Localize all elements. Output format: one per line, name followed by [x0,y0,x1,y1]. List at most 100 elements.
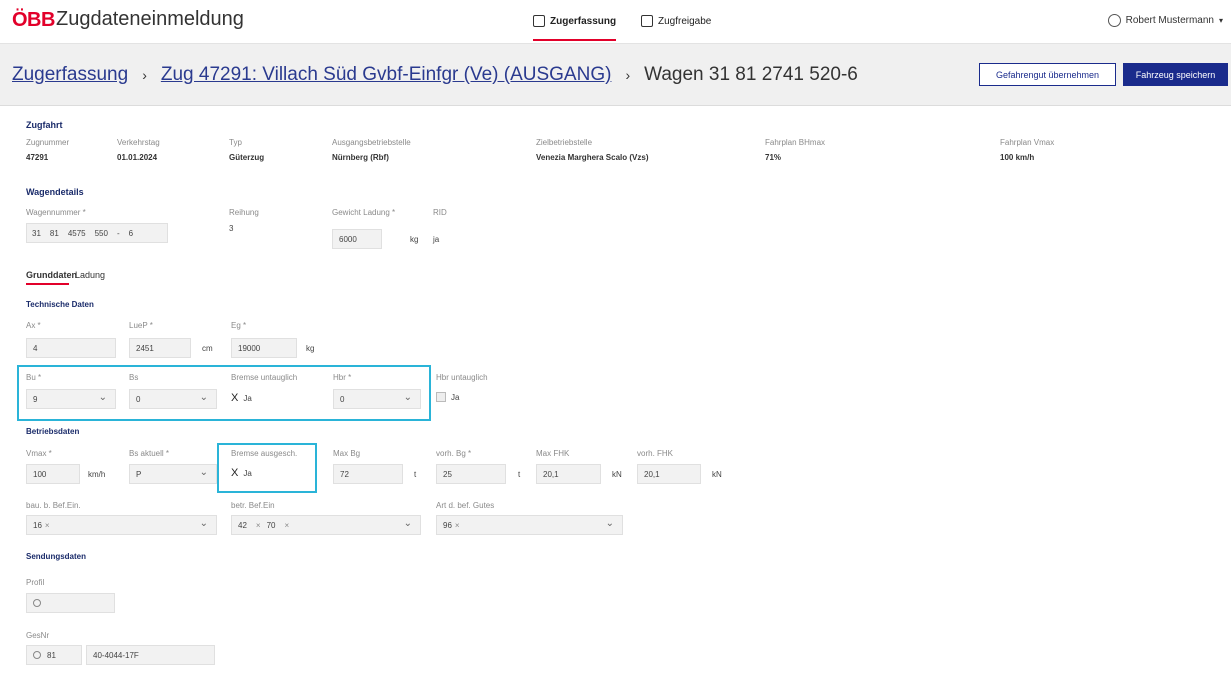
nav-zugfreigabe[interactable]: Zugfreigabe [641,15,711,27]
ziel-value: Venezia Marghera Scalo (Vzs) [536,153,649,162]
reihung-value: 3 [229,224,234,233]
max-fhk-input[interactable]: 20,1 [536,464,601,484]
breadcrumb-zugerfassung[interactable]: Zugerfassung [12,64,128,86]
verkehrstag-label: Verkehrstag [117,138,160,147]
section-sendung-title: Sendungsdaten [26,552,87,561]
eg-label: Eg * [231,321,247,330]
ax-label: Ax * [26,321,41,330]
hbr-label: Hbr * [333,373,352,382]
wagennummer-part: 31 [32,228,41,238]
section-wagendetails-title: Wagendetails [26,187,84,197]
vmax-input[interactable]: 100 [26,464,80,484]
wagennummer-part: 550 [94,228,108,238]
wagennummer-part: 6 [128,228,134,238]
bs-aktuell-label: Bs aktuell * [129,449,170,458]
checkbox-icon [436,392,446,402]
zugnummer-value: 47291 [26,153,49,162]
nav-zugerfassung-label: Zugerfassung [550,15,617,27]
bs-label: Bs [129,373,139,382]
release-icon [641,15,653,27]
chip-remove-icon[interactable]: × [455,521,460,530]
top-bar: ÖBB Zugdateneinmeldung Zugerfassung Zugf… [0,0,1231,44]
bs-select[interactable]: 0 [129,389,217,409]
vorh-fhk-label: vorh. FHK [637,449,674,458]
hbr-untauglich-checkbox[interactable]: Ja [436,392,459,402]
chevron-down-icon: ▾ [1218,16,1223,25]
vorh-bg-input[interactable]: 25 [436,464,506,484]
typ-value: Güterzug [229,153,265,162]
breadcrumb-bar: Zugerfassung › Zug 47291: Villach Süd Gv… [0,44,1231,106]
hbr-select[interactable]: 0 [333,389,421,409]
search-icon [33,599,41,607]
vmax-label: Vmax * [26,449,52,458]
chip-value: 96 [443,520,452,530]
rid-value: ja [433,235,440,244]
nav-zugerfassung[interactable]: Zugerfassung [533,15,617,41]
profil-input[interactable] [26,593,115,613]
hbr-untauglich-label: Hbr untauglich [436,373,488,382]
bhmax-value: 71% [765,153,782,162]
bremse-ausgesch-checkbox[interactable]: X Ja [231,467,252,479]
section-technische-title: Technische Daten [26,300,94,309]
gefahrgut-button[interactable]: Gefahrengut übernehmen [979,63,1116,86]
luep-label: LueP * [129,321,153,330]
chip-value: 70 [266,520,276,530]
eg-unit: kg [306,344,315,353]
vorh-bg-label: vorh. Bg * [436,449,472,458]
gewicht-label: Gewicht Ladung * [332,208,396,217]
bremse-untauglich-checkbox[interactable]: X Ja [231,392,252,404]
reihung-label: Reihung [229,208,259,217]
art-select[interactable]: 96 × [436,515,623,535]
chip-remove-icon[interactable]: × [256,521,261,530]
gesnr-prefix-input[interactable]: 81 [26,645,82,665]
gesnr-input[interactable]: 40-4044-17F [86,645,215,665]
betr-select[interactable]: 42 × 70 × [231,515,421,535]
wagennummer-part: 4575 [67,228,86,238]
chip-remove-icon[interactable]: × [284,521,289,530]
breadcrumb-wagen: Wagen 31 81 2741 520-6 [644,64,858,85]
breadcrumb-separator-icon: › [142,67,147,83]
bu-select[interactable]: 9 [26,389,116,409]
bs-aktuell-select[interactable]: P [129,464,217,484]
ausgang-label: Ausgangsbetriebstelle [332,138,411,147]
bremse-ausgesch-label: Bremse ausgesch. [231,449,298,458]
ziel-label: Zielbetriebstelle [536,138,593,147]
save-button[interactable]: Fahrzeug speichern [1123,63,1228,86]
wagennummer-part: 81 [49,228,59,238]
vorh-bg-unit: t [518,470,521,479]
vmax-plan-label: Fahrplan Vmax [1000,138,1055,147]
gewicht-input[interactable]: 6000 [332,229,382,249]
vorh-fhk-unit: kN [712,470,722,479]
gesnr-prefix-value: 81 [47,650,56,660]
breadcrumb: Zugerfassung › Zug 47291: Villach Süd Gv… [12,64,858,86]
app-title: Zugdateneinmeldung [56,8,244,30]
user-menu[interactable]: Robert Mustermann ▾ [1107,14,1223,27]
bremse-untauglich-label: Bremse untauglich [231,373,298,382]
breadcrumb-zug[interactable]: Zug 47291: Villach Süd Gvbf-Einfgr (Ve) … [161,64,612,86]
max-fhk-label: Max FHK [536,449,570,458]
ax-input[interactable]: 4 [26,338,116,358]
wagennummer-label: Wagennummer * [26,208,86,217]
chip-value: 16 [33,520,42,530]
user-name: Robert Mustermann [1125,15,1214,26]
max-bg-label: Max Bg [333,449,361,458]
gewicht-unit: kg [410,235,419,244]
tab-grunddaten[interactable]: Grunddaten [26,270,77,280]
chip-value: 42 [238,520,247,530]
bau-select[interactable]: 16 × [26,515,217,535]
betr-label: betr. Bef.Ein [231,501,275,510]
eg-input[interactable]: 19000 [231,338,297,358]
vorh-fhk-input[interactable]: 20,1 [637,464,701,484]
bhmax-label: Fahrplan BHmax [765,138,826,147]
breadcrumb-separator-icon: › [625,67,631,83]
luep-input[interactable]: 2451 [129,338,191,358]
main-content: Zugfahrt Zugnummer 47291 Verkehrstag 01.… [0,106,1231,673]
chip-remove-icon[interactable]: × [45,521,50,530]
vmax-plan-value: 100 km/h [1000,153,1035,162]
typ-label: Typ [229,138,242,147]
max-bg-input[interactable]: 72 [333,464,403,484]
max-fhk-unit: kN [612,470,622,479]
tab-ladung[interactable]: Ladung [75,270,105,280]
hbr-untauglich-value: Ja [451,392,460,402]
wagennummer-input[interactable]: 31 81 4575 550 - 6 [26,223,168,243]
